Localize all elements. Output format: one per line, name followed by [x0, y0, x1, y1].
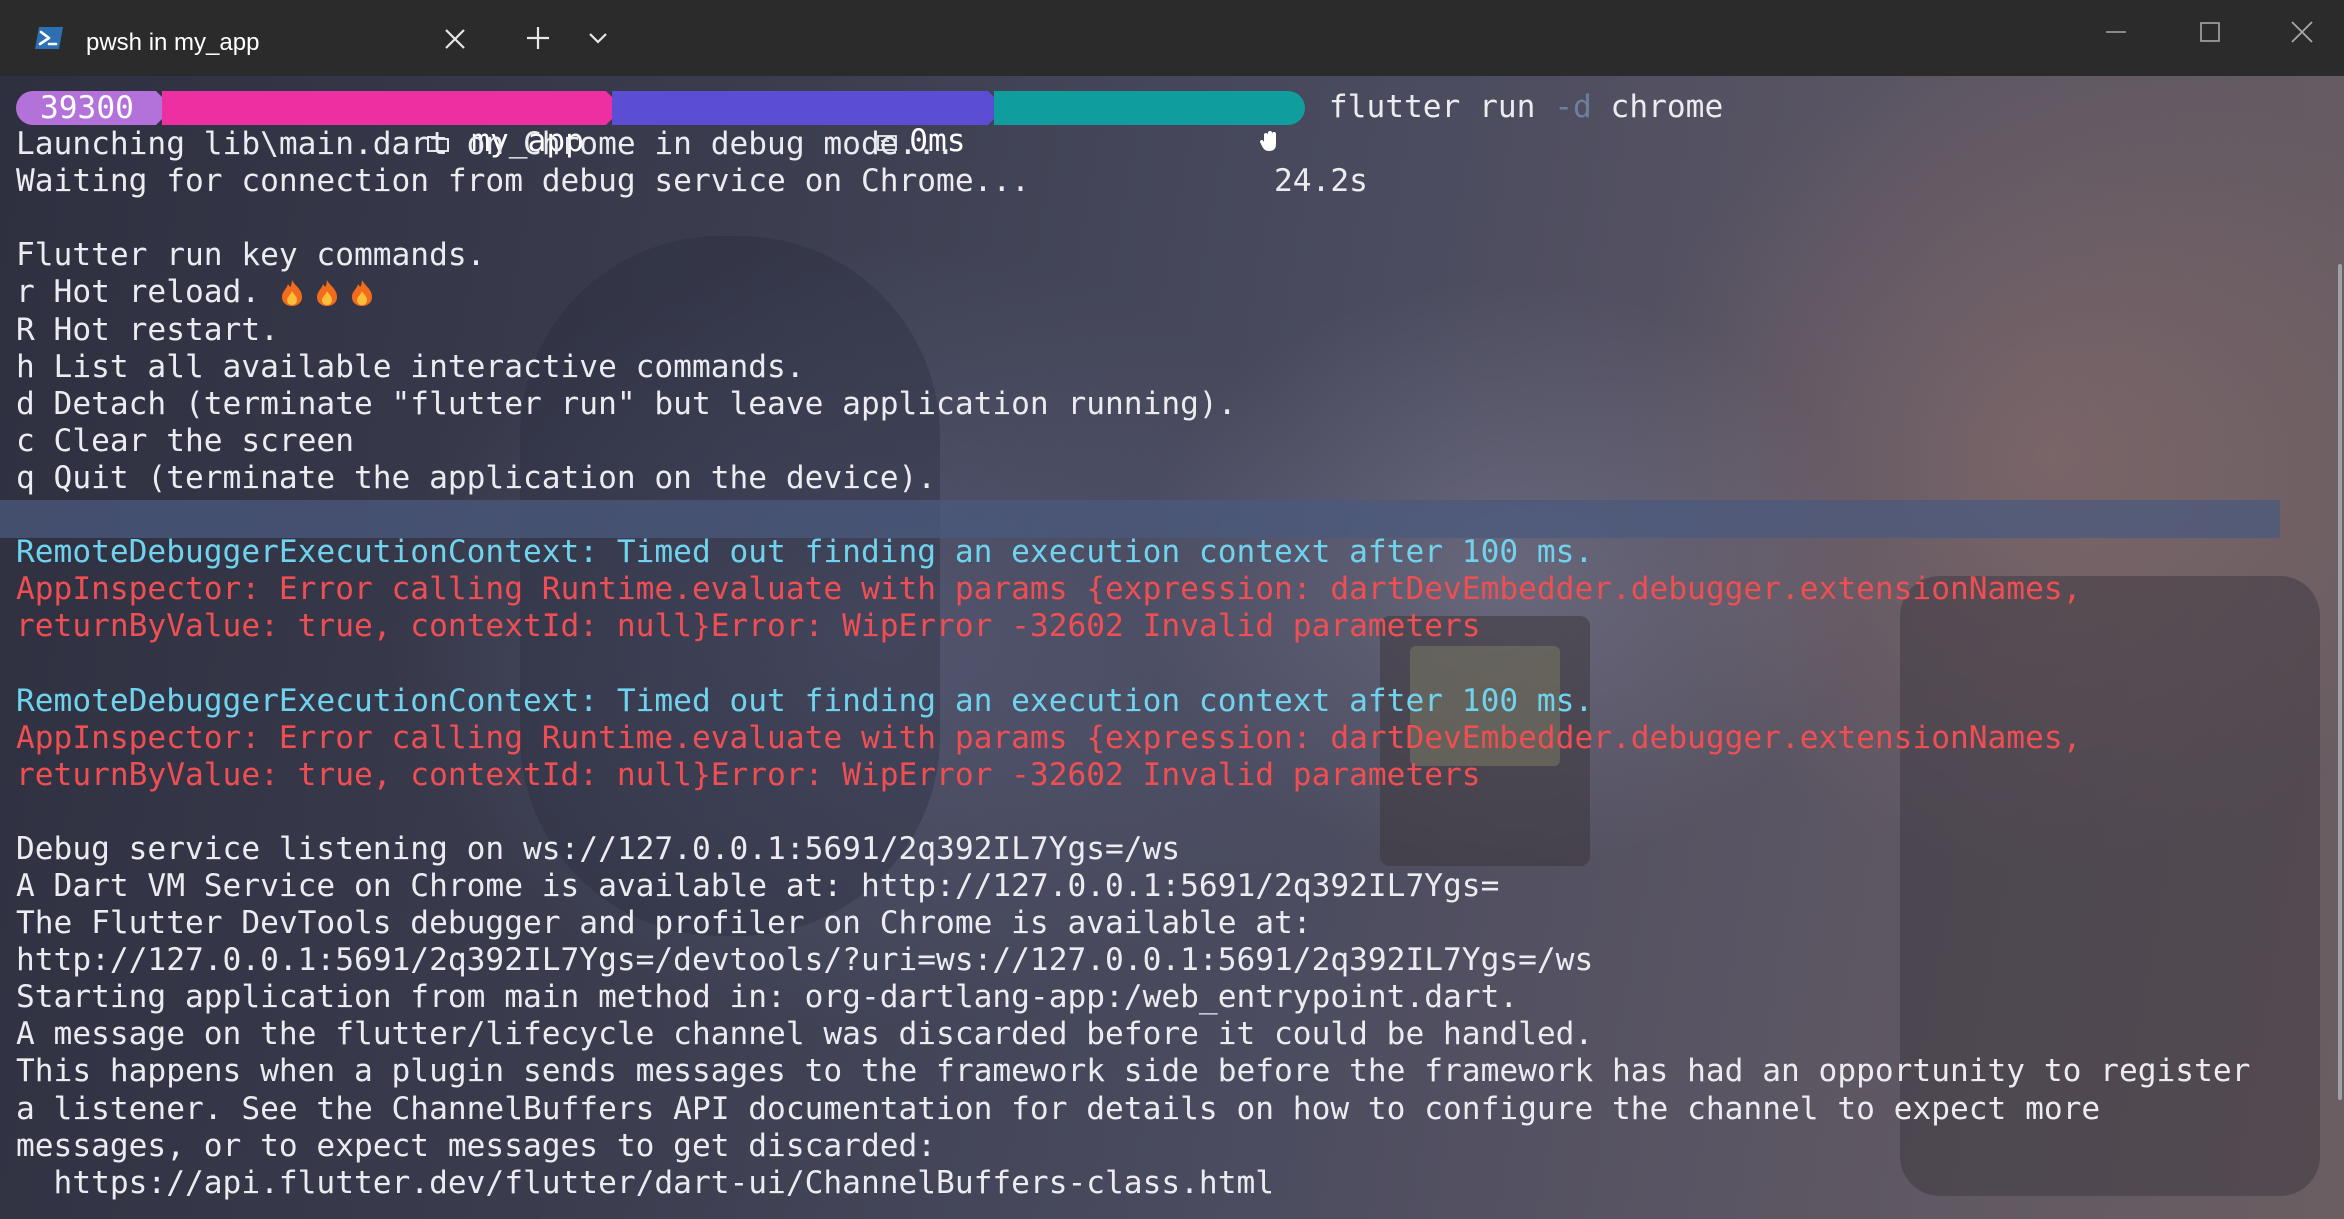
prompt-segment-count: 39300: [16, 90, 173, 125]
hot-reload-text: r Hot reload.: [16, 274, 279, 311]
output-line: q Quit (terminate the application on the…: [16, 459, 937, 496]
output-line: A Dart VM Service on Chrome is available…: [16, 867, 1500, 904]
output-line: h List all available interactive command…: [16, 348, 805, 385]
output-line: messages, or to expect messages to get d…: [16, 1127, 937, 1164]
command-text: flutter run -d chrome: [1329, 89, 1723, 126]
terminal-window: pwsh in my_app 39300 my_app 0ms flutter …: [0, 0, 2344, 1219]
command-name: flutter run: [1328, 89, 1555, 125]
title-bar[interactable]: pwsh in my_app: [0, 0, 2344, 76]
tab-pwsh[interactable]: pwsh in my_app: [14, 0, 492, 76]
close-tab-icon[interactable]: [442, 26, 468, 52]
output-line: c Clear the screen: [16, 422, 354, 459]
warning-line: RemoteDebuggerExecutionContext: Timed ou…: [16, 534, 1594, 571]
error-line: AppInspector: Error calling Runtime.eval…: [16, 571, 2082, 608]
output-line: Launching lib\main.dart on Chrome in deb…: [16, 126, 955, 163]
terminal-pane[interactable]: 39300 my_app 0ms flutter run -d chrome L…: [0, 76, 2344, 1219]
prompt-segment-time: 0ms: [611, 90, 1005, 158]
output-line: r Hot reload.: [16, 274, 2316, 311]
minimize-icon[interactable]: [2102, 18, 2130, 46]
prompt-line: 39300 my_app 0ms flutter run -d chrome: [16, 89, 2316, 158]
output-line: Waiting for connection from debug servic…: [16, 163, 1368, 200]
output-line: A message on the flutter/lifecycle chann…: [16, 1016, 1594, 1053]
prompt-segment-dir: my_app: [161, 90, 623, 158]
output-line: Flutter run key commands.: [16, 237, 486, 274]
output-line: This happens when a plugin sends message…: [16, 1053, 2251, 1090]
output-line: a listener. See the ChannelBuffers API d…: [16, 1090, 2101, 1127]
error-line: AppInspector: Error calling Runtime.eval…: [16, 719, 2082, 756]
fire-icon: [314, 279, 340, 307]
error-line: returnByValue: true, contextId: null}Err…: [16, 608, 1481, 645]
devtools-url-line[interactable]: http://127.0.0.1:5691/2q392IL7Ygs=/devto…: [16, 942, 2316, 979]
powershell-icon: [34, 26, 64, 50]
command-flag: -d: [1554, 89, 1592, 125]
error-line: returnByValue: true, contextId: null}Err…: [16, 756, 1481, 793]
output-line: Starting application from main method in…: [16, 979, 1519, 1016]
docs-url-line[interactable]: https://api.flutter.dev/flutter/dart-ui/…: [16, 1165, 2316, 1202]
scrollbar[interactable]: [2338, 264, 2342, 1100]
fire-icon: [349, 279, 375, 307]
output-line: R Hot restart.: [16, 311, 279, 348]
output-line: The Flutter DevTools debugger and profil…: [16, 905, 1312, 942]
tab-title: pwsh in my_app: [86, 29, 260, 56]
fire-icon: [279, 279, 305, 307]
prompt-segment-status: [993, 90, 1305, 151]
chevron-down-icon[interactable]: [586, 30, 610, 46]
warning-line: RemoteDebuggerExecutionContext: Timed ou…: [16, 682, 1594, 719]
output-line: Debug service listening on ws://127.0.0.…: [16, 830, 1181, 867]
close-window-icon[interactable]: [2288, 18, 2316, 46]
maximize-icon[interactable]: [2196, 18, 2224, 46]
command-arg: chrome: [1591, 89, 1724, 125]
new-tab-icon[interactable]: [524, 24, 552, 52]
output-line: d Detach (terminate "flutter run" but le…: [16, 385, 1237, 422]
